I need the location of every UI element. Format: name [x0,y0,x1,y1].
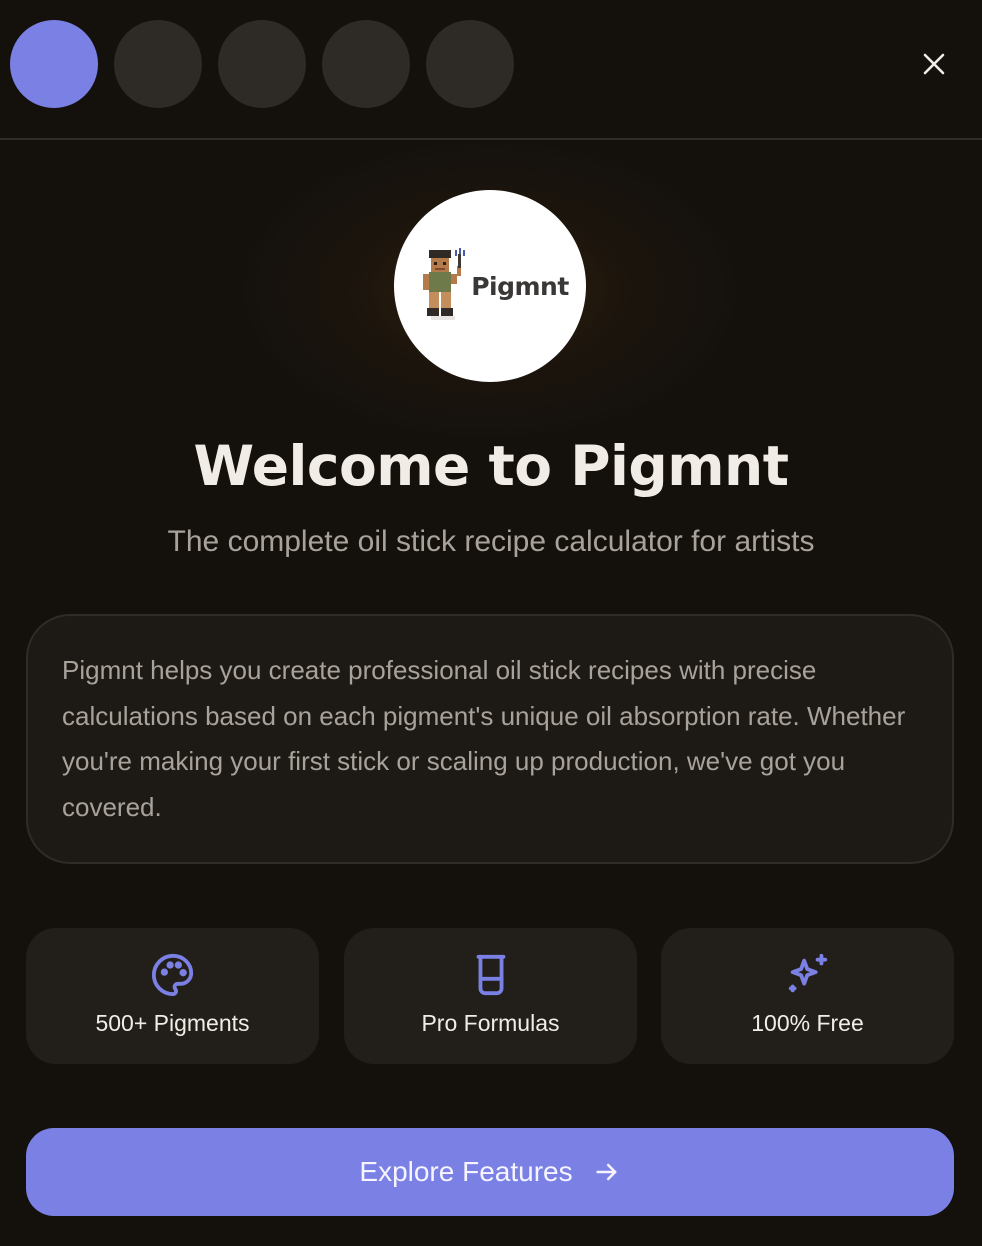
feature-label: Pro Formulas [421,1010,560,1036]
close-icon [923,53,945,75]
step-indicator-3[interactable] [218,20,306,108]
feature-card-free: 100% Free [661,928,954,1064]
welcome-subtitle: The complete oil stick recipe calculator… [167,525,815,558]
pixel-artist-mascot-icon [423,248,466,320]
step-indicator-2[interactable] [114,20,202,108]
logo-wordmark: Pigmnt [471,271,569,301]
step-indicator-5[interactable] [426,20,514,108]
feature-label: 100% Free [751,1010,864,1036]
onboarding-modal: Pigmnt Welcome to Pigmnt The complete oi… [0,0,982,1246]
explore-features-button[interactable]: Explore Features [26,1128,954,1216]
sparkles-icon [788,953,827,993]
description-card: Pigmnt helps you create professional oil… [26,614,954,864]
step-indicator-1[interactable] [10,20,98,108]
step-indicator-4[interactable] [322,20,410,108]
beaker-icon [476,954,505,996]
arrow-right-icon [595,1163,617,1181]
description-text: Pigmnt helps you create professional oil… [62,655,906,822]
close-button[interactable] [910,40,958,88]
welcome-title: Welcome to Pigmnt [193,434,789,498]
explore-features-label: Explore Features [359,1156,573,1187]
step-progress-bar [0,0,982,140]
app-logo: Pigmnt [394,190,586,382]
feature-card-pigments: 500+ Pigments [26,928,319,1064]
feature-card-formulas: Pro Formulas [344,928,637,1064]
feature-label: 500+ Pigments [95,1010,250,1036]
palette-icon [151,953,193,997]
